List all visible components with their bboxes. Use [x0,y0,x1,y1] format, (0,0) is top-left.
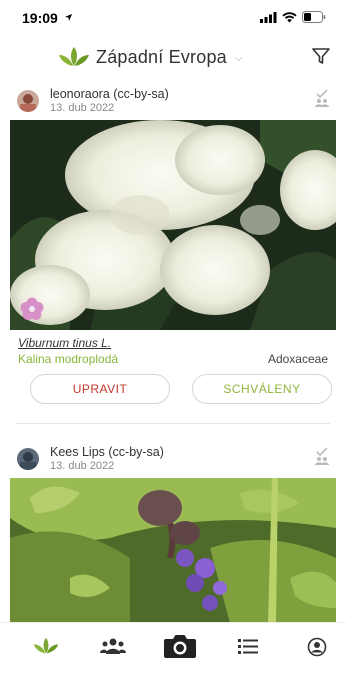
leaf-logo-icon [59,47,89,66]
signal-icon [260,11,277,23]
region-title: Západní Evropa [96,46,227,67]
observation-actions: UPRAVIT SCHVÁLENY [0,374,346,410]
approved-group-icon [315,89,329,107]
observation-author-row: leonoraora (cc-by-sa) 13. dub 2022 [0,82,346,120]
status-bar: 19:09 [0,0,346,34]
battery-icon [302,11,326,23]
observation-photo[interactable] [10,478,336,623]
flower-badge-icon [20,297,44,320]
observation-card: Kees Lips (cc-by-sa) 13. dub 2022 [0,440,346,623]
profile-icon[interactable] [307,637,327,657]
location-arrow-icon [64,13,73,22]
observation-date: 13. dub 2022 [50,460,115,472]
status-time: 19:09 [22,10,58,26]
avatar[interactable] [17,448,39,470]
avatar[interactable] [17,90,39,112]
filter-icon[interactable] [312,47,330,65]
edit-button[interactable]: UPRAVIT [30,374,170,404]
people-icon[interactable] [100,637,126,655]
observation-date: 13. dub 2022 [50,102,115,114]
observation-author-row: Kees Lips (cc-by-sa) 13. dub 2022 [0,440,346,478]
region-selector[interactable]: Západní Evropa ⌵ [58,46,242,68]
author-name[interactable]: leonoraora (cc-by-sa) [50,87,169,101]
observation-card: leonoraora (cc-by-sa) 13. dub 2022 Vibur… [0,82,346,410]
app-header: Západní Evropa ⌵ [0,40,346,74]
author-name[interactable]: Kees Lips (cc-by-sa) [50,445,164,459]
chevron-down-icon: ⌵ [234,53,243,64]
leaf-icon[interactable] [33,637,59,655]
divider [16,423,330,424]
bottom-tab-bar [0,622,346,675]
observation-photo[interactable] [10,120,336,330]
scientific-name[interactable]: Viburnum tinus L. [18,336,111,350]
list-icon[interactable] [238,637,258,655]
camera-icon[interactable] [163,633,197,659]
wifi-icon [282,11,297,22]
approve-button[interactable]: SCHVÁLENY [192,374,332,404]
family-name: Adoxaceae [267,352,328,366]
species-row: Viburnum tinus L. Kalina modroplodá Adox… [0,334,346,374]
approved-group-icon [315,447,329,465]
common-name: Kalina modroplodá [18,352,119,366]
